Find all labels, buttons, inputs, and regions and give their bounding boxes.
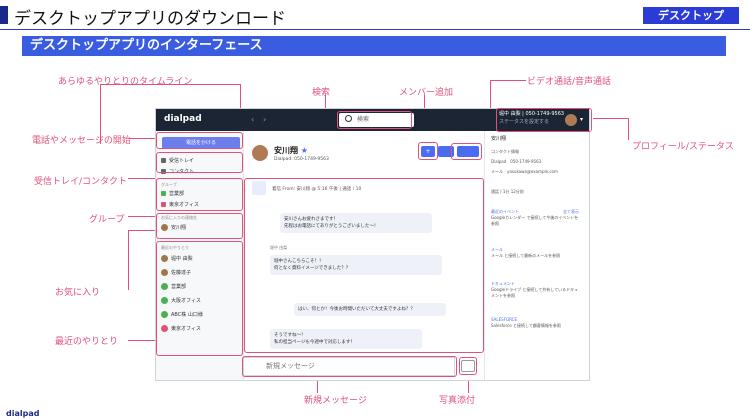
star-icon: ★ — [300, 146, 308, 155]
avatar — [252, 145, 268, 161]
panel-email: メール yasukawa@example.com — [491, 169, 558, 174]
label-group: グループ — [89, 215, 125, 225]
highlight-search — [337, 111, 412, 129]
callout-line — [100, 84, 101, 144]
callout-line — [593, 118, 628, 119]
callout-line — [128, 138, 156, 139]
highlight-inbox-contacts — [156, 152, 243, 173]
panel-dialpad: Dialpad 050-1749-9563 — [491, 159, 542, 164]
highlight-video-voice — [451, 143, 482, 160]
label-timeline: あらゆるやりとりのタイムライン — [58, 77, 193, 87]
show-all-link[interactable]: 全て表示 — [563, 209, 579, 215]
callout-line — [128, 340, 156, 341]
callout-line — [128, 230, 129, 290]
label-favorites: お気に入り — [55, 288, 101, 298]
panel-contact-name: 安川翔 — [491, 136, 507, 142]
label-new-message: 新規メッセージ — [304, 396, 367, 406]
callout-line — [128, 216, 156, 217]
label-inbox-contacts: 受信トレイ/コンタクト — [34, 177, 128, 187]
contact-details-panel: 安川翔 コンタクト情報 Dialpad 050-1749-9563 メール ya… — [484, 131, 589, 380]
label-attach-photo: 写真添付 — [439, 396, 476, 406]
callout-line — [128, 178, 156, 179]
page-title: デスクトップアプリのダウンロード — [14, 9, 286, 29]
contact-name: 安川翔 ★ — [274, 146, 308, 155]
highlight-call-button — [156, 132, 243, 149]
callout-line — [628, 118, 629, 140]
label-add-member: メンバー追加 — [399, 88, 454, 98]
highlight-timeline — [244, 178, 484, 353]
highlight-profile — [496, 108, 592, 132]
highlight-recent — [156, 241, 243, 356]
panel-calls: 通話 | 1分 12分前 — [491, 189, 524, 194]
nav-back-icon[interactable]: ‹ — [251, 115, 254, 124]
label-recent: 最近のやりとり — [55, 337, 119, 347]
panel-documents: ドキュメント Googleドライブ と接続して共有しているドキュメントを参照 — [491, 281, 579, 298]
panel-info-header: コンタクト情報 — [491, 149, 519, 154]
section-banner: デスクトップアプリのインターフェース — [22, 36, 726, 56]
nav-forward-icon[interactable]: › — [263, 115, 266, 124]
highlight-attach — [459, 357, 477, 375]
dialpad-logo: dialpad — [164, 114, 202, 124]
label-search: 検索 — [312, 88, 331, 98]
panel-salesforce: SALESFORCE Salesforce と接続して顧客情報を参照 — [491, 317, 561, 328]
contact-number: Dialpad: 050-1749-9563 — [274, 157, 329, 162]
desktop-badge: デスクトップ — [643, 7, 739, 24]
label-video-voice: ビデオ通話/音声通話 — [527, 77, 612, 87]
highlight-groups — [156, 178, 243, 211]
callout-line — [128, 230, 156, 231]
label-call-message: 電話やメッセージの開始 — [32, 136, 131, 146]
title-accent-bar — [0, 6, 8, 24]
footer-logo: dialpad — [6, 409, 40, 418]
header-divider — [0, 29, 750, 30]
label-profile-status: プロフィール/ステータス — [632, 142, 734, 152]
panel-mail: メール メール と接続して最新のメールを参照 — [491, 247, 561, 258]
highlight-new-message — [242, 356, 457, 377]
callout-line — [490, 80, 526, 81]
highlight-favorites — [156, 213, 243, 239]
callout-line — [100, 84, 240, 85]
highlight-add-member — [418, 142, 438, 160]
